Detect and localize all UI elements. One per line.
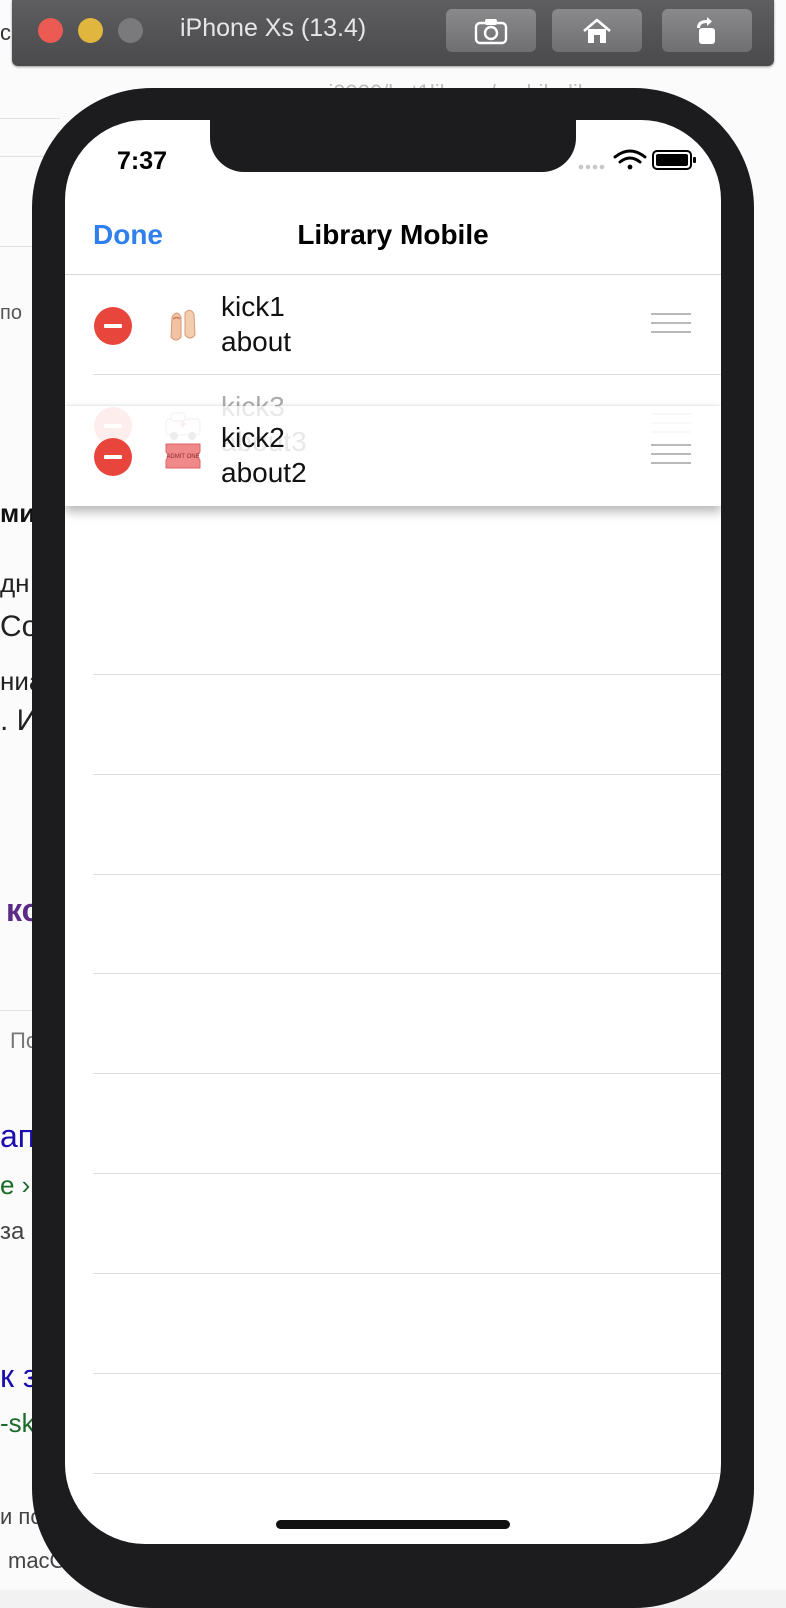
admit-one-ticket-icon: ADMIT ONE [165, 443, 201, 469]
bg-url: -sk [0, 1408, 35, 1438]
simulator-title-bar: iPhone Xs (13.4) [12, 0, 774, 66]
row-separator [93, 1273, 721, 1274]
rotate-icon [697, 16, 715, 44]
close-window-button[interactable] [38, 18, 63, 43]
nav-title: Library Mobile [297, 219, 489, 250]
row-separator [93, 973, 721, 974]
zoom-window-button[interactable] [118, 18, 143, 43]
ballet-shoes-icon [170, 309, 196, 341]
navigation-bar: Done Library Mobile [65, 200, 721, 275]
delete-button[interactable] [94, 307, 132, 345]
camera-icon [474, 18, 508, 44]
delete-button[interactable] [94, 438, 132, 476]
battery-icon [652, 150, 696, 170]
status-indicators [578, 149, 696, 170]
device-title: iPhone Xs (13.4) [180, 14, 367, 42]
bg-url: е › [0, 1170, 31, 1200]
home-button[interactable] [552, 9, 642, 52]
notch [210, 120, 576, 172]
reorder-handle[interactable] [651, 313, 691, 337]
rotate-button[interactable] [662, 9, 752, 52]
bg-link[interactable]: ап [0, 1118, 35, 1155]
bg-text: дн [0, 568, 30, 598]
row-separator [93, 874, 721, 875]
list-item-kick2[interactable]: ADMIT ONE kick2 about2 [65, 406, 721, 506]
bg-divider [0, 118, 60, 119]
phone-screen: 7:37 Done Library Mobile kick1 about ADM… [65, 120, 721, 1544]
row-separator [93, 774, 721, 775]
row-separator [93, 1373, 721, 1374]
item-title: kick1 [221, 291, 285, 322]
row-separator [93, 674, 721, 675]
ticket-text: ADMIT ONE [166, 454, 199, 460]
status-time: 7:37 [117, 147, 168, 175]
bg-text: ми [0, 498, 36, 528]
home-icon [583, 18, 611, 43]
item-subtitle: about [221, 326, 292, 357]
bg-text: за [0, 1218, 25, 1245]
row-separator [93, 1473, 721, 1474]
home-indicator[interactable] [276, 1520, 510, 1529]
row-separator [93, 1173, 721, 1174]
reorder-handle[interactable] [651, 444, 691, 468]
list-item-kick1[interactable]: kick1 about [65, 275, 721, 375]
item-subtitle: about2 [221, 457, 307, 488]
item-title: kick2 [221, 422, 285, 453]
bg-text: по [0, 302, 22, 324]
signal-icon [578, 164, 605, 170]
wifi-icon [613, 149, 647, 170]
minimize-window-button[interactable] [78, 18, 103, 43]
screenshot-button[interactable] [446, 9, 536, 52]
row-separator [93, 1073, 721, 1074]
